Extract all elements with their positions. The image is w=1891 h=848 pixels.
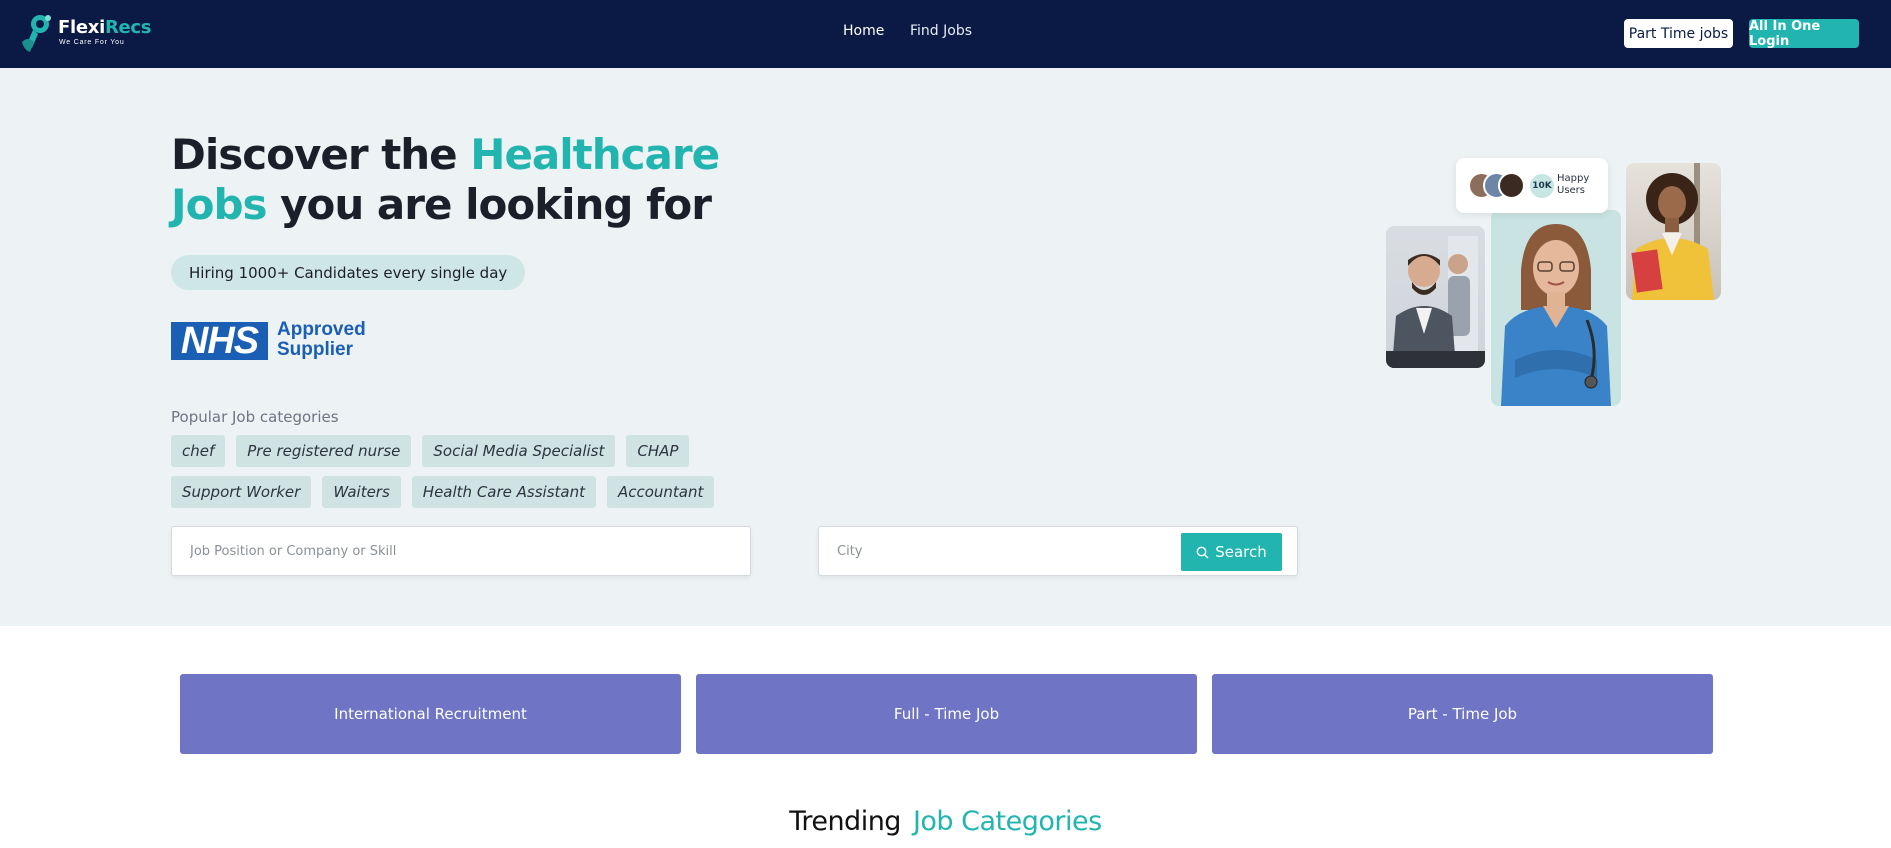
part-time-job-card[interactable]: Part - Time Job bbox=[1212, 674, 1713, 754]
nurse-photo bbox=[1491, 210, 1621, 406]
category-chip[interactable]: Social Media Specialist bbox=[422, 435, 616, 467]
city-search-input[interactable] bbox=[819, 527, 1179, 575]
brand-tagline: We Care For You bbox=[59, 39, 125, 46]
job-search-box bbox=[171, 526, 751, 576]
nurse-illustration bbox=[1501, 224, 1611, 406]
hero-title-highlight1: Healthcare bbox=[470, 130, 720, 179]
avatar bbox=[1498, 172, 1525, 199]
trending-heading-part1: Trending bbox=[789, 806, 901, 837]
man-illustration bbox=[1386, 236, 1485, 368]
brand-logo[interactable]: FlexiRecs We Care For You bbox=[18, 12, 158, 54]
job-search-input[interactable] bbox=[172, 527, 750, 575]
hero-section: Discover the Healthcare Jobs you are loo… bbox=[0, 68, 1891, 626]
part-time-jobs-button[interactable]: Part Time jobs bbox=[1624, 19, 1733, 48]
category-chip[interactable]: chef bbox=[171, 435, 226, 467]
happy-users-line1: Happy bbox=[1557, 173, 1590, 184]
happy-users-card: 10K Happy Users bbox=[1456, 158, 1608, 213]
professional-man-photo bbox=[1386, 226, 1485, 368]
city-search-box: Search bbox=[818, 526, 1298, 576]
top-navbar: FlexiRecs We Care For You Home Find Jobs… bbox=[0, 0, 1891, 68]
category-chip[interactable]: Pre registered nurse bbox=[236, 435, 412, 467]
happy-users-label: Happy Users bbox=[1557, 173, 1589, 197]
woman-illustration bbox=[1631, 163, 1714, 300]
all-in-one-login-button[interactable]: All In One Login bbox=[1749, 19, 1859, 49]
category-chip[interactable]: Support Worker bbox=[171, 476, 312, 508]
trending-heading-part2: Job Categories bbox=[912, 806, 1102, 837]
brand-name-part2: Recs bbox=[104, 17, 152, 38]
nhs-logo-box: NHS bbox=[171, 322, 268, 360]
brand-name: FlexiRecs bbox=[58, 17, 152, 38]
brand-name-part1: Flexi bbox=[58, 17, 105, 38]
nhs-text-line1: Approved bbox=[277, 319, 366, 340]
hiring-badge: Hiring 1000+ Candidates every single day bbox=[171, 255, 526, 290]
nhs-logo-text: Approved Supplier bbox=[277, 320, 366, 360]
category-chip[interactable]: Waiters bbox=[322, 476, 401, 508]
category-chip[interactable]: Accountant bbox=[606, 476, 715, 508]
trending-categories-heading: Trending Job Categories bbox=[0, 806, 1891, 837]
nhs-approved-supplier-logo: NHS Approved Supplier bbox=[171, 320, 371, 364]
international-recruitment-card[interactable]: International Recruitment bbox=[180, 674, 681, 754]
hero-title-part2: you are looking for bbox=[266, 180, 712, 229]
student-woman-photo bbox=[1626, 163, 1721, 300]
happy-users-line2: Users bbox=[1557, 185, 1586, 196]
nhs-text-line2: Supplier bbox=[277, 339, 354, 360]
nav-find-jobs-link[interactable]: Find Jobs bbox=[910, 23, 972, 39]
happy-users-count: 10K bbox=[1528, 172, 1556, 200]
popular-categories-row-1: chef Pre registered nurse Social Media S… bbox=[171, 435, 690, 467]
user-avatars: 10K bbox=[1468, 172, 1558, 200]
hero-title: Discover the Healthcare Jobs you are loo… bbox=[171, 130, 731, 230]
popular-categories-row-2: Support Worker Waiters Health Care Assis… bbox=[171, 476, 715, 508]
hero-title-part1: Discover the bbox=[171, 130, 471, 179]
search-icon bbox=[1196, 546, 1209, 558]
category-chip[interactable]: Health Care Assistant bbox=[411, 476, 596, 508]
full-time-job-card[interactable]: Full - Time Job bbox=[696, 674, 1197, 754]
search-button[interactable]: Search bbox=[1181, 533, 1282, 571]
logo-mark-icon bbox=[22, 15, 51, 52]
search-button-label: Search bbox=[1215, 543, 1267, 561]
hero-title-highlight2: Jobs bbox=[171, 180, 268, 229]
popular-categories-title: Popular Job categories bbox=[171, 408, 339, 426]
nav-home-link[interactable]: Home bbox=[843, 23, 884, 39]
category-chip[interactable]: CHAP bbox=[626, 435, 690, 467]
